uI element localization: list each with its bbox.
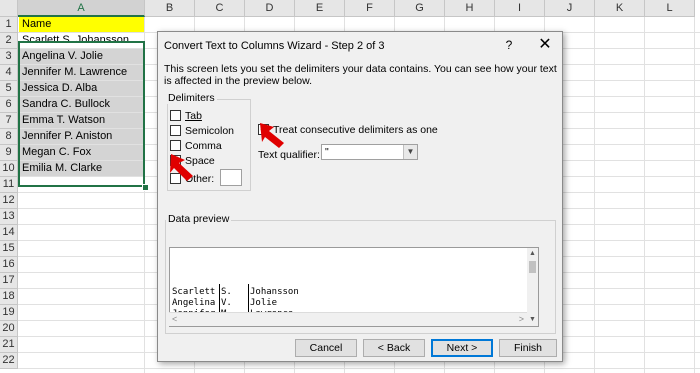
red-arrow-consecutive — [260, 123, 284, 148]
annotation-arrows — [170, 123, 284, 181]
red-arrow-space — [170, 154, 193, 181]
